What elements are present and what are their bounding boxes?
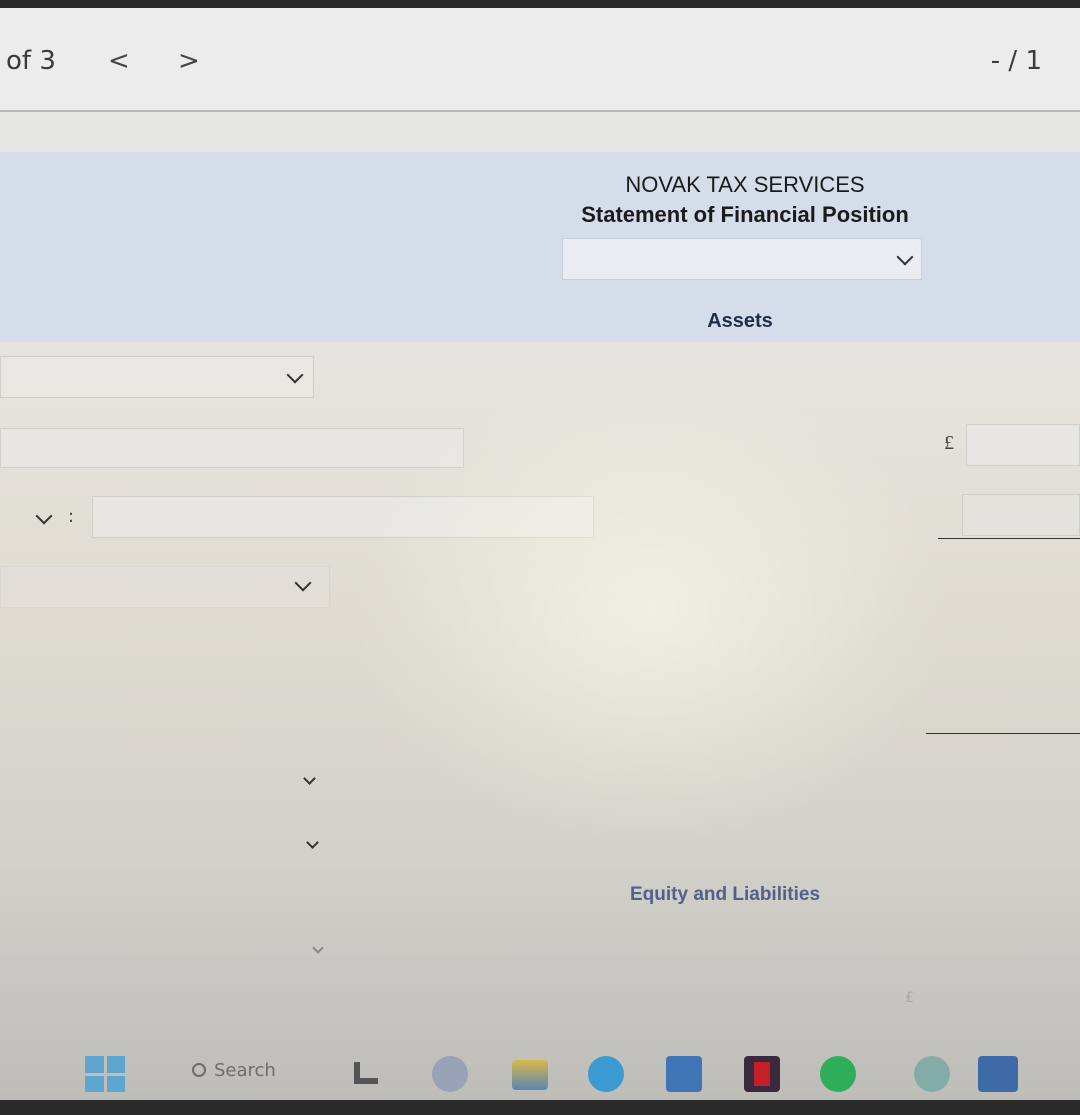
file-explorer-icon[interactable] — [512, 1060, 548, 1090]
chevron-down-icon — [294, 574, 312, 592]
subtotal-rule — [938, 538, 1080, 539]
asset-category-select-2[interactable] — [0, 566, 330, 608]
chevron-down-icon[interactable] — [306, 836, 319, 849]
total-assets-rule — [926, 733, 1080, 734]
edge-icon[interactable] — [588, 1056, 624, 1092]
page-indicator: - / 1 — [990, 46, 1042, 76]
assets-heading: Assets — [707, 310, 773, 332]
chevron-down-icon[interactable] — [312, 942, 324, 954]
teams-icon[interactable] — [914, 1056, 950, 1092]
asset-item-input[interactable] — [92, 496, 594, 538]
store-icon[interactable] — [666, 1056, 702, 1092]
taskbar: Search — [0, 1036, 1080, 1100]
equity-liabilities-heading: Equity and Liabilities — [629, 884, 821, 905]
statement-header: NOVAK TAX SERVICES Statement of Financia… — [0, 152, 1080, 342]
chevron-down-icon[interactable] — [35, 507, 53, 525]
next-page-button[interactable]: > — [178, 46, 200, 76]
asset-amount-input[interactable] — [966, 424, 1080, 466]
screen: of 3 < > - / 1 NOVAK TAX SERVICES Statem… — [0, 8, 1080, 1100]
date-select[interactable] — [562, 238, 922, 280]
windows-start-icon[interactable] — [85, 1056, 125, 1092]
chevron-down-icon — [286, 366, 304, 384]
currency-symbol-faint: £ — [905, 990, 914, 1006]
statement-title: Statement of Financial Position — [581, 202, 909, 227]
asset-name-input[interactable] — [0, 428, 464, 468]
chat-icon[interactable] — [432, 1056, 468, 1092]
pdf-toolbar: of 3 < > - / 1 — [0, 8, 1080, 112]
word-icon[interactable] — [978, 1056, 1018, 1092]
search-icon — [192, 1063, 206, 1077]
asset-category-select[interactable] — [0, 356, 314, 398]
netflix-icon[interactable] — [744, 1056, 780, 1092]
prev-page-button[interactable]: < — [108, 46, 130, 76]
chevron-down-icon — [896, 248, 914, 266]
page-count: of 3 — [6, 46, 56, 76]
spotify-icon[interactable] — [820, 1056, 856, 1092]
search-placeholder: Search — [214, 1060, 276, 1081]
divider-band — [0, 114, 1080, 154]
currency-symbol: £ — [944, 432, 954, 454]
app-l-icon[interactable] — [350, 1056, 380, 1092]
company-name: NOVAK TAX SERVICES — [625, 172, 865, 197]
chevron-down-icon[interactable] — [303, 772, 316, 785]
asset-subtotal-input[interactable] — [962, 494, 1080, 536]
taskbar-search[interactable]: Search — [192, 1060, 276, 1081]
colon-separator: : — [68, 506, 75, 527]
